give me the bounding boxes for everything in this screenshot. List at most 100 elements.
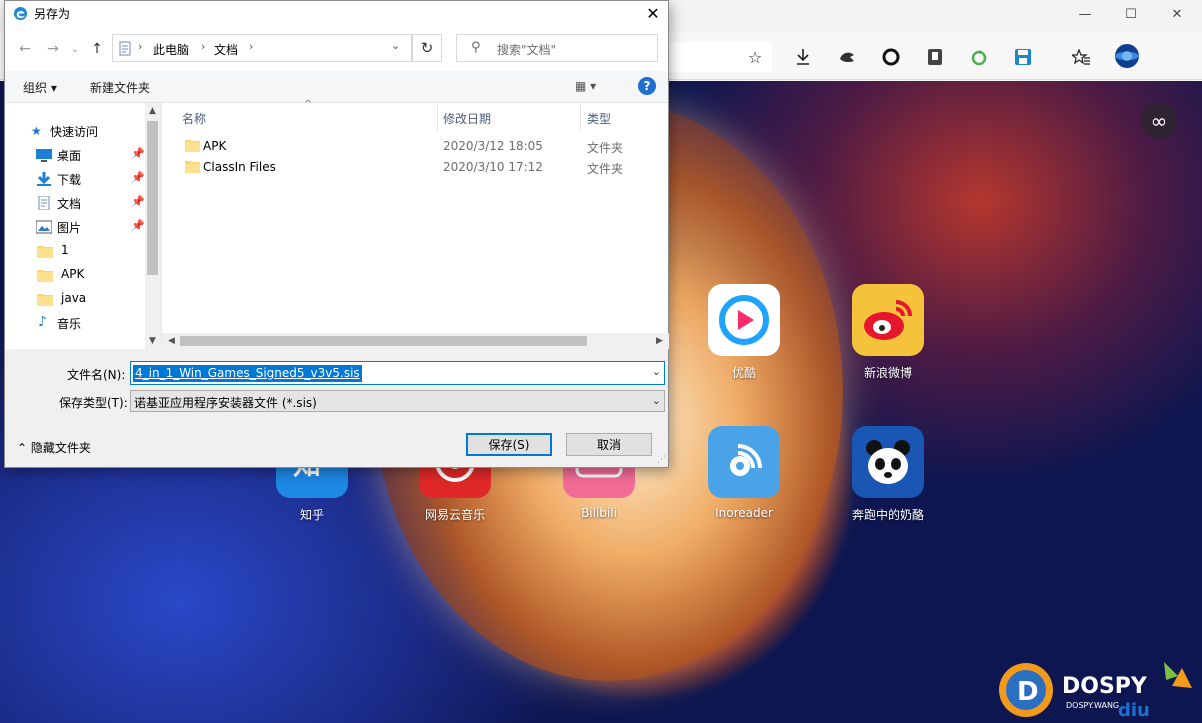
save-extension-icon[interactable] — [1012, 46, 1034, 68]
dialog-title: 另存为 — [34, 7, 71, 21]
column-header-name[interactable]: 名称 — [182, 103, 206, 131]
breadcrumb-documents[interactable]: 文档 — [214, 41, 238, 58]
file-row[interactable]: ClassIn Files 2020/3/10 17:12 文件夹 — [162, 157, 669, 178]
tree-label: 快速访问 — [50, 125, 99, 139]
profile-avatar-icon[interactable] — [1114, 43, 1140, 69]
favorites-list-icon[interactable] — [1070, 46, 1092, 68]
navigation-tree: ★ 快速访问 桌面 📌 下载 📌 文档 📌 图片 📌 1 APK java ♪ … — [5, 103, 160, 349]
app-tile-weibo[interactable]: 新浪微博 — [838, 284, 938, 381]
close-window-button[interactable]: ✕ — [1154, 0, 1200, 28]
document-icon — [38, 196, 50, 210]
column-separator[interactable] — [580, 103, 581, 131]
help-icon[interactable]: ? — [638, 77, 656, 95]
folder-icon — [37, 294, 53, 306]
pin-icon: 📌 — [131, 171, 145, 184]
filename-label: 文件名(N): — [67, 368, 126, 382]
hide-folders-toggle[interactable]: ⌃ 隐藏文件夹 — [17, 439, 91, 456]
column-header-date[interactable]: 修改日期 — [443, 103, 491, 131]
download-folder-icon — [37, 172, 51, 186]
minimize-button[interactable]: — — [1062, 0, 1108, 28]
tree-label: 文档 — [57, 197, 82, 211]
tree-item-quick-access[interactable]: ★ 快速访问 — [5, 120, 145, 142]
app-label: 网易云音乐 — [424, 508, 485, 522]
favorite-star-icon[interactable]: ☆ — [744, 46, 766, 68]
tree-item-documents[interactable]: 文档 📌 — [5, 192, 145, 214]
forward-arrow-icon[interactable]: → — [43, 39, 63, 59]
document-location-icon — [119, 41, 131, 56]
panda-icon — [852, 426, 924, 498]
pin-icon: 📌 — [131, 219, 145, 232]
breadcrumb[interactable]: › 此电脑 › 文档 › ⌄ — [112, 34, 412, 62]
tree-scrollbar[interactable]: ▲ ▼ — [145, 103, 160, 349]
new-folder-button[interactable]: 新建文件夹 — [90, 79, 150, 96]
organize-label: 组织 — [23, 81, 48, 95]
filetype-select[interactable]: 诺基亚应用程序安装器文件 (*.sis) ⌄ — [130, 390, 665, 412]
command-bar: 组织 ▾ 新建文件夹 ▦ ▾ ? — [5, 71, 668, 103]
file-row[interactable]: APK 2020/3/12 18:05 文件夹 — [162, 136, 669, 157]
cancel-button[interactable]: 取消 — [566, 433, 652, 456]
tree-label: 音乐 — [57, 317, 82, 331]
scroll-right-icon[interactable]: ▶ — [652, 333, 667, 349]
column-header-type[interactable]: 类型 — [587, 103, 611, 131]
organize-menu[interactable]: 组织 ▾ — [23, 79, 57, 96]
search-input[interactable]: ⚲ 搜索"文档" — [456, 34, 658, 62]
inoreader-icon — [708, 426, 780, 498]
app-label: 奔跑中的奶酪 — [851, 508, 924, 522]
chevron-down-icon[interactable]: ⌄ — [652, 394, 661, 407]
breadcrumb-chevron-icon: › — [138, 40, 143, 53]
sync-icon[interactable] — [836, 46, 858, 68]
save-form: 文件名(N): 4_in_1_Win_Games_Signed5_v3v5.si… — [5, 349, 668, 467]
search-placeholder: 搜索"文档" — [497, 43, 557, 57]
tree-item-pictures[interactable]: 图片 📌 — [5, 216, 145, 238]
pin-icon: 📌 — [131, 147, 145, 160]
save-button[interactable]: 保存(S) — [466, 433, 552, 456]
app-tile-cheese[interactable]: 奔跑中的奶酪 — [838, 426, 938, 523]
app-tile-youku[interactable]: 优酷 — [694, 284, 794, 381]
chevron-down-icon[interactable]: ⌄ — [652, 365, 661, 378]
tree-item-music[interactable]: ♪ 音乐 — [5, 312, 145, 334]
tree-label: java — [61, 291, 87, 305]
scroll-down-icon[interactable]: ▼ — [145, 333, 160, 349]
tree-item-apk[interactable]: APK — [5, 264, 145, 286]
folder-icon — [185, 139, 200, 152]
column-separator[interactable] — [437, 103, 438, 131]
scroll-up-icon[interactable]: ▲ — [145, 103, 160, 119]
file-list: ^ 名称 修改日期 类型 APK 2020/3/12 18:05 文件夹 Cla… — [161, 99, 669, 349]
scroll-left-icon[interactable]: ◀ — [164, 333, 179, 349]
view-options-icon[interactable]: ▦ ▾ — [575, 79, 596, 93]
back-arrow-icon[interactable]: ← — [15, 39, 35, 59]
horizontal-scroll-thumb[interactable] — [180, 336, 587, 346]
watermark-sub: DOSPY.WANG — [1066, 701, 1119, 710]
download-icon[interactable] — [792, 46, 814, 68]
record-icon[interactable] — [880, 46, 902, 68]
recent-dropdown-icon[interactable]: ⌄ — [65, 39, 85, 59]
up-arrow-icon[interactable]: ↑ — [87, 39, 107, 59]
folder-icon — [185, 160, 200, 173]
dialog-close-icon[interactable]: ✕ — [638, 1, 668, 25]
music-icon: ♪ — [38, 314, 47, 330]
pin-icon: 📌 — [131, 195, 145, 208]
maximize-button[interactable]: ☐ — [1108, 0, 1154, 28]
filename-input[interactable]: 4_in_1_Win_Games_Signed5_v3v5.sis ⌄ — [130, 361, 665, 385]
infinity-icon[interactable]: ∞ — [1141, 103, 1177, 139]
sort-ascending-icon: ^ — [304, 99, 313, 110]
breadcrumb-this-pc[interactable]: 此电脑 — [153, 41, 189, 58]
refresh-extension-icon[interactable] — [968, 46, 990, 68]
refresh-button[interactable]: ↻ — [412, 34, 442, 62]
tree-item-java[interactable]: java — [5, 288, 145, 310]
save-as-dialog: 另存为 ✕ ← → ⌄ ↑ › 此电脑 › 文档 › ⌄ ↻ ⚲ 搜索"文档" … — [4, 0, 669, 468]
horizontal-scrollbar[interactable]: ◀ ▶ — [162, 333, 669, 349]
filetype-value: 诺基亚应用程序安装器文件 (*.sis) — [134, 396, 317, 410]
shield-extension-icon[interactable] — [924, 46, 946, 68]
watermark-brand: DOSPY — [1062, 674, 1148, 699]
tree-item-folder-1[interactable]: 1 — [5, 240, 145, 262]
tree-scroll-thumb[interactable] — [147, 121, 158, 275]
tree-item-downloads[interactable]: 下载 📌 — [5, 168, 145, 190]
app-tile-inoreader[interactable]: Inoreader — [694, 426, 794, 520]
chevron-down-icon[interactable]: ⌄ — [391, 39, 400, 52]
resize-grip-icon[interactable]: ⋰ — [657, 455, 666, 465]
tree-label: 桌面 — [57, 149, 82, 163]
dialog-titlebar: 另存为 ✕ — [5, 1, 668, 25]
tree-item-desktop[interactable]: 桌面 📌 — [5, 144, 145, 166]
navigation-bar: ← → ⌄ ↑ › 此电脑 › 文档 › ⌄ ↻ ⚲ 搜索"文档" — [5, 25, 668, 71]
